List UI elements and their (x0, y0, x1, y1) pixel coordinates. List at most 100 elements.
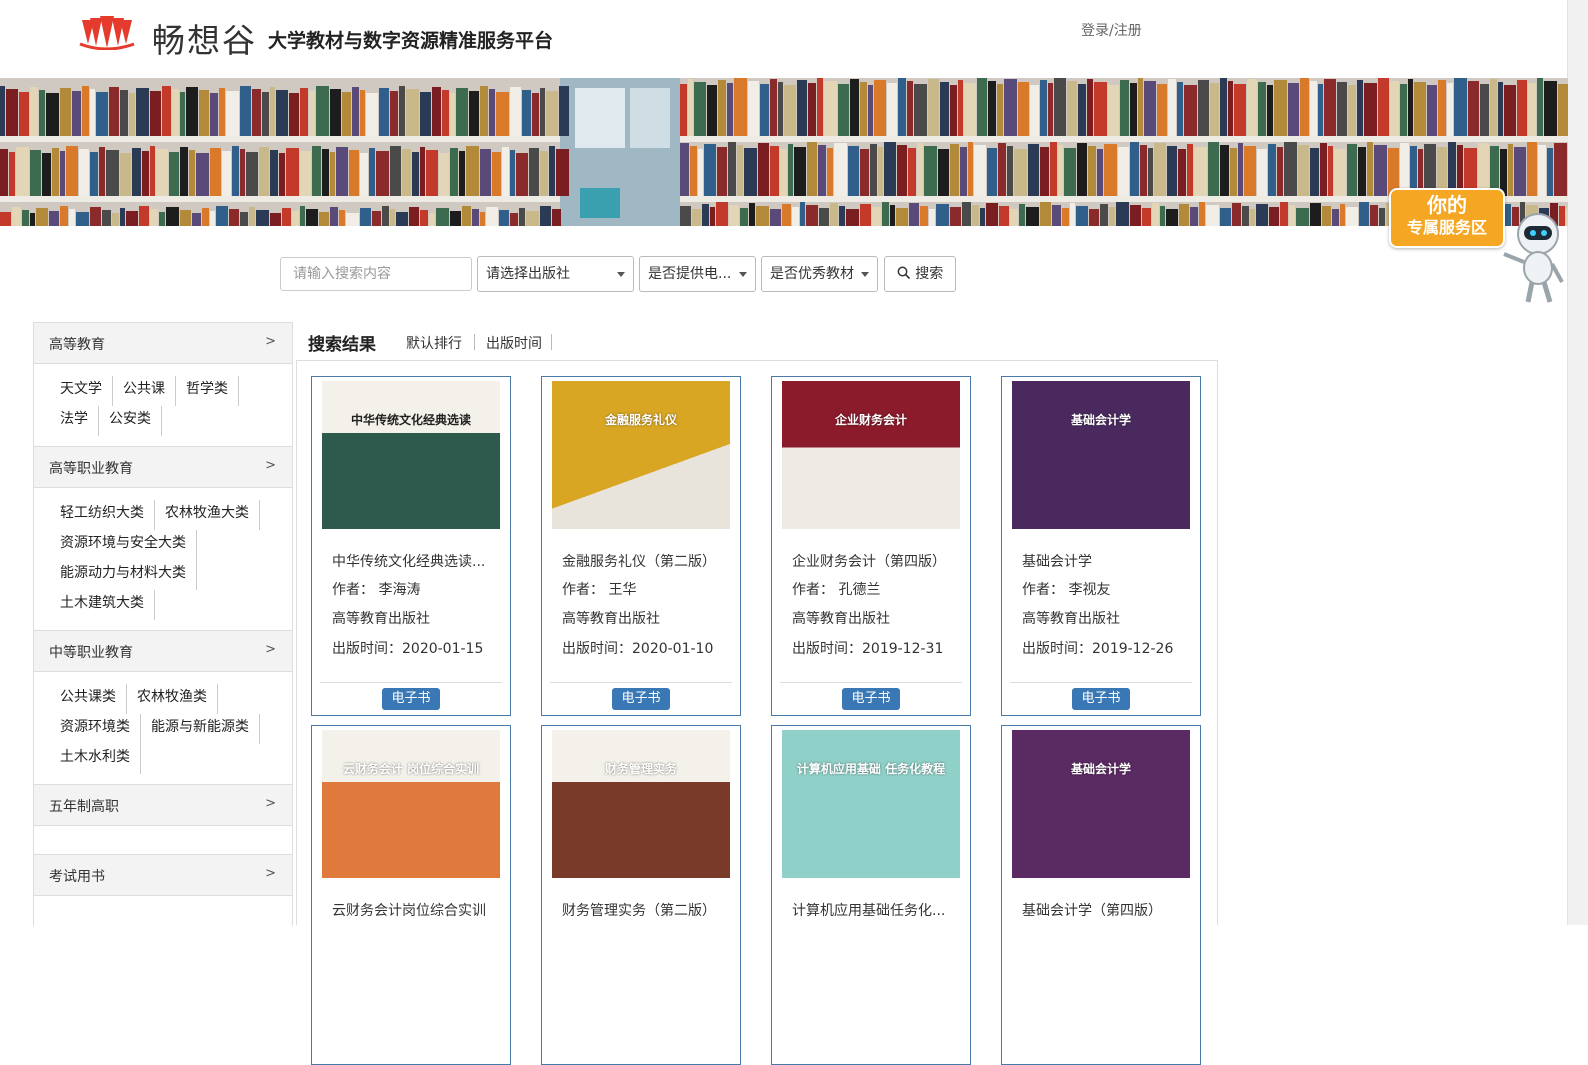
category-subitems (34, 896, 292, 924)
chevron-right-icon: > (265, 642, 276, 657)
subcategory-link[interactable]: 公安类 (99, 406, 162, 436)
page-scrollbar[interactable] (1567, 0, 1588, 925)
subcategory-row: 资源环境与安全大类 (50, 530, 276, 560)
book-card[interactable]: 财务管理实务财务管理实务（第二版） (541, 725, 741, 1065)
brand-name[interactable]: 畅想谷 (152, 14, 257, 62)
chevron-down-icon (739, 272, 747, 277)
robot-mascot-icon[interactable] (1494, 210, 1568, 306)
book-date: 出版时间：2020-01-10 (562, 641, 714, 657)
search-icon (897, 266, 910, 280)
book-title[interactable]: 企业财务会计（第四版） (792, 551, 962, 571)
book-title[interactable]: 基础会计学（第四版） (1022, 900, 1192, 920)
book-author: 作者： 李视友 (1022, 582, 1111, 598)
book-title[interactable]: 计算机应用基础任务化... (792, 900, 962, 920)
book-card[interactable]: 企业财务会计 企业财务会计（第四版） 作者： 孔德兰 高等教育出版社 出版时间：2019… (771, 376, 971, 716)
book-cover[interactable]: 计算机应用基础 任务化教程 (782, 730, 960, 878)
book-title[interactable]: 中华传统文化经典选读... (332, 551, 502, 571)
book-author: 作者： 孔德兰 (792, 582, 881, 598)
category-subitems: 天文学 公共课 哲学类 法学 公安类 (34, 364, 292, 446)
subcategory-row: 土木建筑大类 (50, 590, 276, 620)
ebook-select-value: 是否提供电... (648, 266, 732, 282)
book-cover[interactable]: 基础会计学 (1012, 730, 1190, 878)
book-logo-icon[interactable] (78, 14, 136, 50)
book-date: 出版时间：2019-12-26 (1022, 641, 1174, 657)
category-header[interactable]: 五年制高职 > (34, 784, 292, 826)
subcategory-row: 土木水利类 (50, 744, 276, 774)
book-cover[interactable]: 企业财务会计 (782, 381, 960, 529)
subcategory-link[interactable]: 能源动力与材料大类 (50, 560, 197, 590)
subcategory-link[interactable]: 资源环境类 (50, 714, 141, 744)
sort-default-button[interactable]: 默认排行 (406, 333, 462, 353)
book-cover[interactable]: 云财务会计 岗位综合实训 (322, 730, 500, 878)
category-title: 考试用书 (49, 869, 105, 885)
category-header[interactable]: 考试用书 > (34, 854, 292, 896)
ebook-button[interactable]: 电子书 (382, 688, 440, 710)
subcategory-link[interactable]: 农林牧渔大类 (155, 500, 260, 530)
category-header[interactable]: 高等教育 > (34, 323, 292, 364)
subcategory-link[interactable]: 天文学 (50, 376, 113, 406)
category-subitems (34, 826, 292, 854)
book-card[interactable]: 基础会计学基础会计学（第四版） (1001, 725, 1201, 1065)
subcategory-link[interactable]: 哲学类 (176, 376, 239, 406)
book-author: 作者： 王华 (562, 582, 637, 598)
results-heading: 搜索结果 (308, 335, 376, 355)
subcategory-link[interactable]: 轻工纺织大类 (50, 500, 155, 530)
book-title[interactable]: 云财务会计岗位综合实训 (332, 900, 502, 920)
book-title[interactable]: 基础会计学 (1022, 551, 1192, 571)
subcategory-link[interactable]: 土木水利类 (50, 744, 141, 774)
subcategory-link[interactable]: 公共课 (113, 376, 176, 406)
category-sidebar: 高等教育 > 天文学 公共课 哲学类 法学 公安类 高等职业教育 > 轻工纺织大类 农林牧渔大类 资源… (33, 322, 293, 926)
login-register-link[interactable]: 登录/注册 (1081, 20, 1142, 40)
card-divider (550, 682, 732, 683)
book-publisher: 高等教育出版社 (562, 611, 660, 627)
book-cover[interactable]: 财务管理实务 (552, 730, 730, 878)
subcategory-row: 资源环境类 能源与新能源类 (50, 714, 276, 744)
results-panel: 中华传统文化经典选读 中华传统文化经典选读... 作者： 李海涛 高等教育出版社 出版时… (296, 360, 1218, 1065)
subcategory-row: 天文学 公共课 哲学类 (50, 376, 276, 406)
subcategory-link[interactable]: 土木建筑大类 (50, 590, 155, 620)
chevron-down-icon (861, 272, 869, 277)
subcategory-row: 法学 公安类 (50, 406, 276, 436)
subcategory-link[interactable]: 资源环境与安全大类 (50, 530, 197, 560)
category-title: 中等职业教育 (49, 645, 133, 661)
book-cover-title: 企业财务会计 (834, 413, 907, 427)
sort-date-button[interactable]: 出版时间 (486, 333, 542, 353)
subcategory-link[interactable]: 农林牧渔类 (127, 684, 218, 714)
category-header[interactable]: 中等职业教育 > (34, 630, 292, 672)
ebook-select[interactable]: 是否提供电... (639, 256, 756, 292)
book-card[interactable]: 云财务会计 岗位综合实训云财务会计岗位综合实训 (311, 725, 511, 1065)
library-banner (0, 78, 1568, 226)
search-button[interactable]: 搜索 (884, 256, 956, 292)
chevron-down-icon (617, 272, 625, 277)
ebook-button[interactable]: 电子书 (612, 688, 670, 710)
book-card[interactable]: 基础会计学 基础会计学 作者： 李视友 高等教育出版社 出版时间：2019-12-26 电… (1001, 376, 1201, 716)
subcategory-link[interactable]: 公共课类 (50, 684, 127, 714)
book-publisher: 高等教育出版社 (1022, 611, 1120, 627)
book-card[interactable]: 金融服务礼仪金融服务礼仪（第二版） 作者： 王华高等教育出版社出版时间：2020-… (541, 376, 741, 716)
book-cover-title: 基础会计学 (1070, 762, 1131, 776)
book-card[interactable]: 中华传统文化经典选读 中华传统文化经典选读... 作者： 李海涛 高等教育出版社 出版时… (311, 376, 511, 716)
search-button-label: 搜索 (915, 266, 944, 282)
quality-select[interactable]: 是否优秀教材 (761, 256, 878, 292)
subcategory-link[interactable]: 法学 (50, 406, 99, 436)
chevron-right-icon: > (265, 458, 276, 473)
book-cover-title: 金融服务礼仪 (604, 413, 677, 427)
book-cover[interactable]: 基础会计学 (1012, 381, 1190, 529)
ebook-button[interactable]: 电子书 (842, 688, 900, 710)
subcategory-link[interactable]: 能源与新能源类 (141, 714, 260, 744)
category-title: 五年制高职 (49, 799, 119, 815)
service-zone-badge[interactable]: 你的 专属服务区 (1389, 188, 1505, 248)
site-header: 畅想谷 大学教材与数字资源精准服务平台 登录/注册 (0, 0, 1568, 78)
book-cover[interactable]: 金融服务礼仪 (552, 381, 730, 529)
ebook-button[interactable]: 电子书 (1072, 688, 1130, 710)
book-title[interactable]: 金融服务礼仪（第二版） (562, 551, 732, 571)
book-title[interactable]: 财务管理实务（第二版） (562, 900, 732, 920)
category-title: 高等职业教育 (49, 461, 133, 477)
book-cover[interactable]: 中华传统文化经典选读 (322, 381, 500, 529)
publisher-select[interactable]: 请选择出版社 (477, 256, 634, 292)
book-publisher: 高等教育出版社 (332, 611, 430, 627)
book-card[interactable]: 计算机应用基础 任务化教程计算机应用基础任务化... (771, 725, 971, 1065)
chevron-right-icon: > (265, 334, 276, 349)
category-header[interactable]: 高等职业教育 > (34, 446, 292, 488)
search-input[interactable]: 请输入搜索内容 (280, 257, 472, 291)
